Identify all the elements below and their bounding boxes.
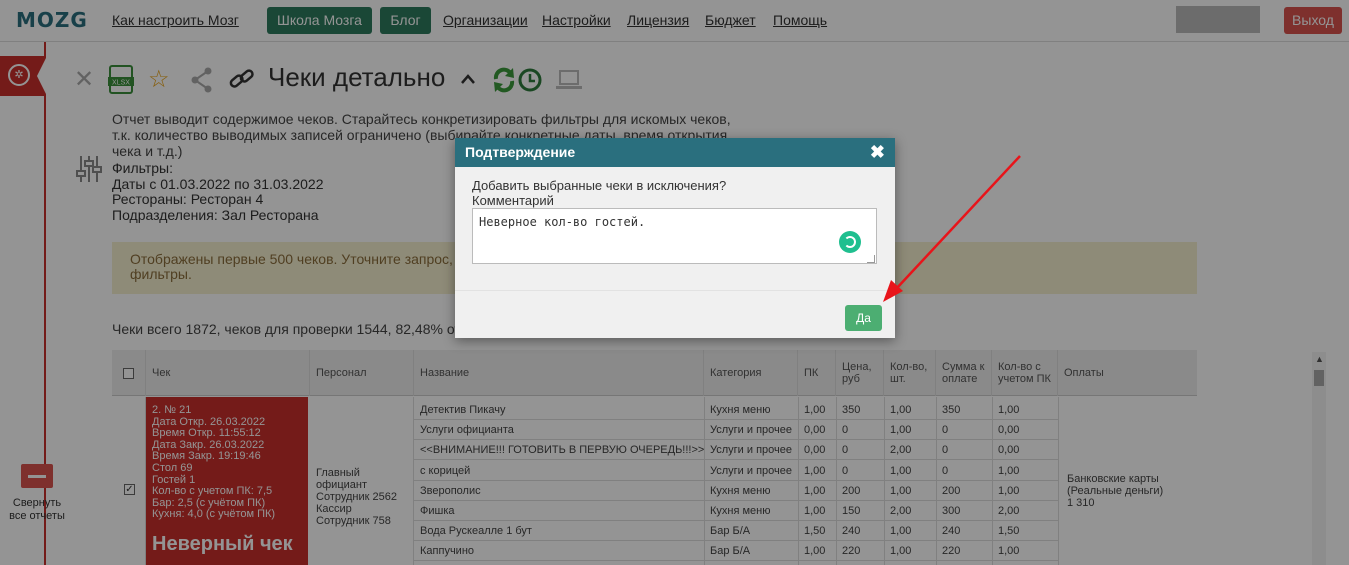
comment-textarea[interactable] xyxy=(472,208,877,264)
grammar-spinner-icon[interactable] xyxy=(839,231,861,253)
dialog-footer: Да xyxy=(455,291,895,338)
confirm-yes-button[interactable]: Да xyxy=(845,305,882,331)
dialog-body: Добавить выбранные чеки в исключения? Ко… xyxy=(455,167,895,291)
comment-label: Комментарий xyxy=(472,193,554,208)
confirm-dialog: Подтверждение ✖ Добавить выбранные чеки … xyxy=(455,138,895,338)
resize-grip-icon[interactable] xyxy=(867,255,875,263)
dialog-title: Подтверждение xyxy=(465,144,576,160)
dialog-header: Подтверждение ✖ xyxy=(455,138,895,167)
close-icon[interactable]: ✖ xyxy=(870,138,885,167)
dialog-question: Добавить выбранные чеки в исключения? xyxy=(472,178,727,193)
